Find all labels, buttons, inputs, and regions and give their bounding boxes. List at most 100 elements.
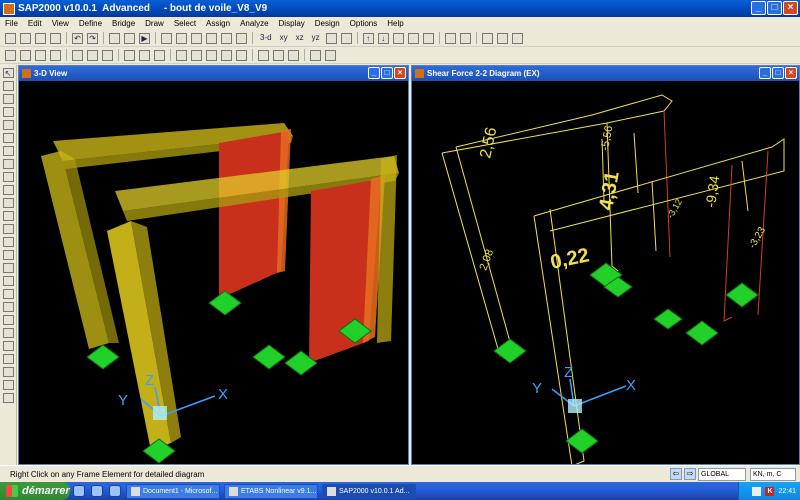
units-select[interactable]: KN, m, C: [750, 467, 796, 481]
support-icon[interactable]: [725, 282, 759, 308]
perspective-icon[interactable]: [340, 32, 352, 44]
menu-draw[interactable]: Draw: [140, 19, 169, 28]
down-arrow-icon[interactable]: ↓: [377, 32, 389, 44]
run-icon[interactable]: ▶: [139, 32, 150, 44]
joint-load-icon[interactable]: [206, 49, 217, 61]
support-icon[interactable]: [493, 338, 527, 364]
solid-icon[interactable]: [87, 49, 98, 61]
draw-brace-icon[interactable]: [2, 133, 14, 143]
menu-define[interactable]: Define: [74, 19, 107, 28]
view-xz-button[interactable]: xz: [294, 33, 306, 44]
draw-frame-icon[interactable]: [2, 107, 14, 117]
grid-icon[interactable]: [5, 49, 16, 61]
pane-maximize-button[interactable]: □: [381, 67, 393, 79]
draw-poly-area-icon[interactable]: [2, 159, 14, 169]
quicklaunch-browser-icon[interactable]: [73, 485, 85, 497]
menu-view[interactable]: View: [47, 19, 74, 28]
draw-solid-icon[interactable]: [2, 198, 14, 208]
view-yz-button[interactable]: yz: [310, 33, 322, 44]
support-icon[interactable]: [86, 344, 120, 370]
tray-network-icon[interactable]: [752, 486, 762, 496]
save-icon[interactable]: [35, 32, 46, 44]
menu-edit[interactable]: Edit: [23, 19, 47, 28]
lock-icon[interactable]: [124, 32, 135, 44]
show-undeformed-icon[interactable]: [392, 32, 404, 44]
back-wall[interactable]: [219, 131, 289, 299]
menu-help[interactable]: Help: [382, 19, 408, 28]
value-label[interactable]: 4,31: [595, 170, 623, 212]
pointer-icon[interactable]: ↖: [2, 68, 14, 78]
cable-icon[interactable]: [50, 49, 61, 61]
clear-select-icon[interactable]: [2, 354, 14, 364]
view-xy-button[interactable]: xy: [278, 33, 290, 44]
print-icon[interactable]: [50, 32, 61, 44]
tray-antivirus-icon[interactable]: K: [765, 486, 775, 496]
menu-file[interactable]: File: [0, 19, 23, 28]
support-icon[interactable]: [252, 344, 286, 370]
snap-intersection-icon[interactable]: [2, 276, 14, 286]
spring-icon[interactable]: [191, 49, 202, 61]
task-word-document[interactable]: Document1 - Microsof...: [126, 483, 220, 499]
value-label[interactable]: -3,23: [747, 225, 768, 251]
pane-maximize-button[interactable]: □: [772, 67, 784, 79]
previous-arrow-icon[interactable]: ⇦: [670, 468, 682, 480]
start-button[interactable]: démarrer: [0, 482, 70, 500]
frame-section-icon[interactable]: [481, 32, 493, 44]
reference-point-icon[interactable]: [2, 237, 14, 247]
get-previous-selection-icon[interactable]: [139, 49, 150, 61]
joint-icon[interactable]: [20, 49, 31, 61]
dimension-icon[interactable]: [2, 224, 14, 234]
end-offset-icon[interactable]: [273, 49, 284, 61]
pane-minimize-button[interactable]: _: [368, 67, 380, 79]
open-file-icon[interactable]: [20, 32, 31, 44]
snap-points-icon[interactable]: [2, 250, 14, 260]
view-window-shear[interactable]: Shear Force 2-2 Diagram (EX) _ □ × 2,56: [411, 65, 800, 465]
menu-assign[interactable]: Assign: [201, 19, 235, 28]
menu-analyze[interactable]: Analyze: [235, 19, 273, 28]
quicklaunch-desktop-icon[interactable]: [91, 485, 103, 497]
support-icon[interactable]: [685, 320, 719, 346]
pane-close-button[interactable]: ×: [394, 67, 406, 79]
release-icon[interactable]: [258, 49, 269, 61]
coord-system-select[interactable]: GLOBAL: [698, 467, 746, 481]
quick-area-icon[interactable]: [2, 185, 14, 195]
pane-close-button[interactable]: ×: [785, 67, 797, 79]
area-section-icon[interactable]: [496, 32, 508, 44]
value-label[interactable]: 2,56: [477, 126, 500, 160]
restraint-icon[interactable]: [176, 49, 187, 61]
show-deformed-icon[interactable]: [407, 32, 419, 44]
insertion-point-icon[interactable]: [288, 49, 299, 61]
draw-rect-area-icon[interactable]: [2, 172, 14, 182]
menu-design[interactable]: Design: [310, 19, 345, 28]
area-icon[interactable]: [72, 49, 83, 61]
undo-icon[interactable]: ↶: [72, 32, 83, 44]
draw-joint-icon[interactable]: [2, 94, 14, 104]
pane-minimize-button[interactable]: _: [759, 67, 771, 79]
clear-selection-icon[interactable]: [154, 49, 165, 61]
display-options-icon[interactable]: [444, 32, 456, 44]
support-icon[interactable]: [653, 308, 683, 330]
reshape-icon[interactable]: [2, 81, 14, 91]
refresh-icon[interactable]: [109, 32, 120, 44]
show-forces-icon[interactable]: [422, 32, 434, 44]
value-label[interactable]: -9,34: [702, 174, 722, 208]
frame-load-icon[interactable]: [221, 49, 232, 61]
redo-icon[interactable]: ↷: [87, 32, 98, 44]
zoom-fit-icon[interactable]: [236, 32, 247, 44]
model-3d-canvas[interactable]: X Y Z: [19, 81, 408, 464]
snap-lines-icon[interactable]: [2, 302, 14, 312]
select-all-icon[interactable]: [124, 49, 135, 61]
snap-grid-icon[interactable]: [2, 315, 14, 325]
quicklaunch-media-icon[interactable]: [109, 485, 121, 497]
show-all-icon[interactable]: [2, 393, 14, 403]
link-icon[interactable]: [102, 49, 113, 61]
task-etabs[interactable]: ETABS Nonlinear v9.1...: [224, 483, 318, 499]
task-sap2000[interactable]: SAP2000 v10.0.1 Ad...: [322, 483, 416, 499]
zoom-window-icon[interactable]: [161, 32, 172, 44]
intersecting-line-icon[interactable]: [2, 367, 14, 377]
up-arrow-icon[interactable]: ↑: [362, 32, 374, 44]
menu-bridge[interactable]: Bridge: [107, 19, 140, 28]
value-label[interactable]: -5,56: [599, 125, 615, 152]
material-icon[interactable]: [511, 32, 523, 44]
menu-options[interactable]: Options: [345, 19, 383, 28]
